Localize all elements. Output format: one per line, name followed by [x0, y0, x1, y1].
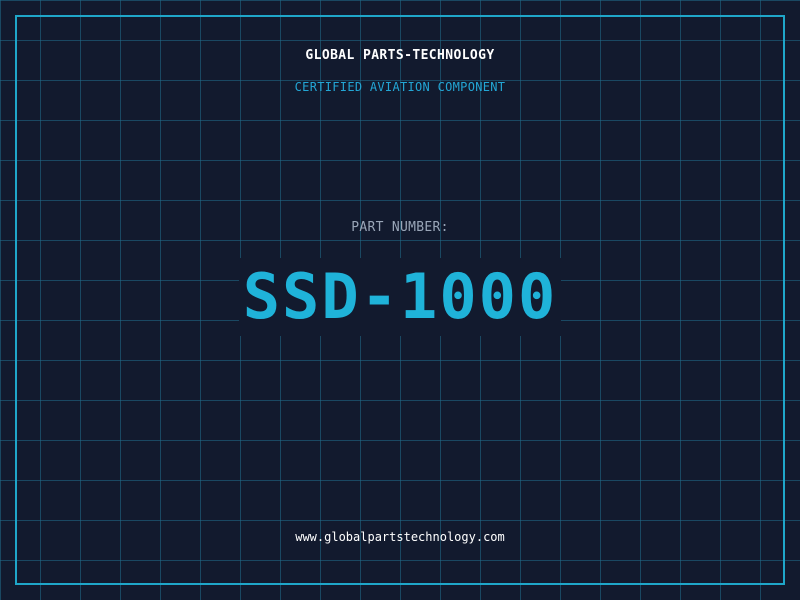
- company-name: GLOBAL PARTS-TECHNOLOGY: [305, 48, 495, 63]
- part-number-value: SSD-1000: [238, 258, 562, 336]
- website-url: www.globalpartstechnology.com: [295, 530, 505, 544]
- certification-subtitle: CERTIFIED AVIATION COMPONENT: [294, 80, 506, 94]
- part-number-label: PART NUMBER:: [351, 220, 449, 235]
- part-label-card: GLOBAL PARTS-TECHNOLOGY CERTIFIED AVIATI…: [0, 0, 800, 600]
- part-number-container: SSD-1000: [0, 258, 800, 336]
